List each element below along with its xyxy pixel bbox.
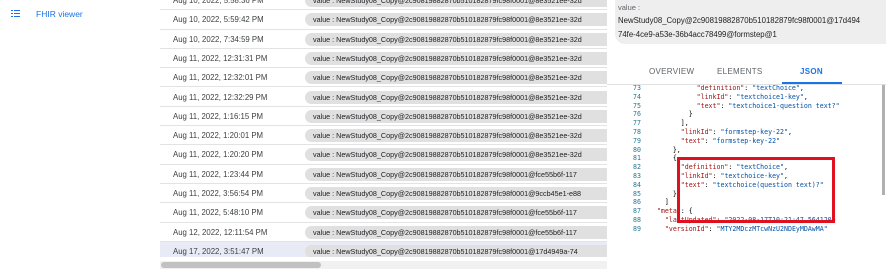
- code-line: 80 },: [619, 146, 886, 155]
- code-line: 75 "text": "textchoice1-question text?": [619, 102, 886, 111]
- line-number: 87: [633, 207, 641, 216]
- row-value-chip[interactable]: value : NewStudy08_Copy@2c90819882870b51…: [305, 90, 607, 104]
- row-value-chip[interactable]: value : NewStudy08_Copy@2c90819882870b51…: [305, 129, 607, 143]
- table-row[interactable]: Aug 11, 2022, 1:20:01 PM value : NewStudy…: [160, 126, 607, 146]
- value-text-line-2: 74fe-4ce9-a53e-36b4acc78499@formstep@1: [618, 30, 777, 39]
- row-timestamp: Aug 12, 2022, 12:11:54 PM: [173, 227, 268, 237]
- horizontal-scrollbar[interactable]: [160, 261, 607, 269]
- row-timestamp: Aug 10, 2022, 5:58:36 PM: [173, 0, 264, 5]
- row-timestamp: Aug 11, 2022, 1:23:44 PM: [173, 169, 264, 179]
- row-timestamp: Aug 10, 2022, 5:59:42 PM: [173, 15, 264, 25]
- code-text: ],: [649, 119, 689, 128]
- line-number: 88: [633, 216, 641, 224]
- code-text: "text": "formstep-key-22": [680, 136, 781, 145]
- code-text: ]: [649, 198, 669, 207]
- code-text: {: [649, 154, 677, 163]
- row-value-chip[interactable]: value : NewStudy08_Copy@2c90819882870b51…: [305, 244, 607, 257]
- row-timestamp: Aug 10, 2022, 7:34:59 PM: [173, 34, 264, 44]
- code-line: 74 "linkId": "textchoice1-key",: [619, 93, 886, 102]
- line-number: 86: [633, 198, 641, 207]
- table-row[interactable]: Aug 11, 2022, 12:31:31 PM value : NewStud…: [160, 48, 607, 69]
- tab-json[interactable]: JSON: [800, 67, 823, 76]
- value-box: value : NewStudy08_Copy@2c90819882870b51…: [615, 0, 886, 44]
- table-row[interactable]: Aug 11, 2022, 12:32:29 PM value : NewStud…: [160, 87, 607, 107]
- code-line: 89 "versionId": "MTY2MDczMTcwNzU2NDEyMDA…: [619, 225, 886, 234]
- code-line: 78 "linkId": "formstep-key-22",: [619, 128, 886, 137]
- line-number: 73: [633, 85, 641, 92]
- row-timestamp: Aug 11, 2022, 1:20:01 PM: [173, 131, 264, 141]
- line-number: 78: [633, 128, 641, 136]
- row-timestamp: Aug 11, 2022, 3:56:54 PM: [173, 189, 264, 198]
- scrollbar-thumb[interactable]: [161, 262, 321, 268]
- list-icon: [11, 10, 20, 18]
- row-timestamp: Aug 11, 2022, 12:32:01 PM: [173, 73, 268, 83]
- line-number: 81: [633, 154, 641, 163]
- row-value-chip[interactable]: value : NewStudy08_Copy@2c90819882870b51…: [305, 13, 607, 27]
- code-text: },: [649, 145, 681, 154]
- table-row[interactable]: Aug 11, 2022, 12:32:01 PM value : NewStud…: [160, 68, 607, 88]
- row-value-chip[interactable]: value : NewStudy08_Copy@2c90819882870b51…: [305, 71, 607, 85]
- row-value-chip[interactable]: value : NewStudy08_Copy@2c90819882870b51…: [305, 51, 607, 65]
- value-label: value :: [618, 3, 641, 12]
- nav-item-fhir-viewer[interactable]: FHIR viewer: [0, 6, 160, 24]
- row-value-chip[interactable]: value : NewStudy08_Copy@2c90819882870b51…: [305, 148, 607, 162]
- code-text: }: [649, 189, 677, 198]
- code-line: 73 "definition": "textChoice",: [619, 85, 886, 93]
- annotation-highlight-box: [677, 157, 835, 223]
- table-row[interactable]: Aug 11, 2022, 1:23:44 PM value : NewStudy…: [160, 164, 607, 184]
- code-text: "linkId": "textchoice1-key",: [696, 92, 808, 101]
- row-timestamp: Aug 11, 2022, 1:16:15 PM: [173, 111, 264, 121]
- table-row[interactable]: Aug 17, 2022, 3:51:47 PM value : NewStudy…: [160, 241, 607, 257]
- tab-elements[interactable]: ELEMENTS: [717, 67, 763, 76]
- value-text-line-1: NewStudy08_Copy@2c90819882870b510182879f…: [618, 16, 861, 25]
- code-text: "versionId": "MTY2MDczMTcwNzU2NDEyMDAwMA…: [664, 224, 828, 233]
- row-value-chip[interactable]: value : NewStudy08_Copy@2c90819882870b51…: [305, 187, 607, 200]
- code-text: "text": "textchoice1-question text?": [696, 101, 840, 110]
- side-nav: FHIR viewer: [0, 0, 160, 271]
- line-number: 85: [633, 189, 641, 198]
- nav-item-label: FHIR viewer: [36, 9, 83, 19]
- code-text: }: [649, 110, 693, 119]
- code-line: 76 }: [619, 110, 886, 119]
- line-number: 77: [633, 119, 641, 128]
- row-timestamp: Aug 11, 2022, 5:48:10 PM: [173, 208, 264, 218]
- row-value-chip[interactable]: value : NewStudy08_Copy@2c90819882870b51…: [305, 167, 607, 181]
- tab-overview[interactable]: OVERVIEW: [649, 67, 694, 76]
- line-number: 84: [633, 180, 641, 189]
- table-row[interactable]: Aug 11, 2022, 1:16:15 PM value : NewStudy…: [160, 106, 607, 127]
- line-number: 74: [633, 92, 641, 101]
- code-text: "linkId": "formstep-key-22",: [680, 128, 792, 136]
- row-value-chip[interactable]: value : NewStudy08_Copy@2c90819882870b51…: [305, 206, 607, 220]
- message-table: Aug 10, 2022, 5:58:36 PM value : NewStudy…: [160, 0, 607, 257]
- table-row[interactable]: Aug 11, 2022, 5:48:10 PM value : NewStudy…: [160, 203, 607, 223]
- code-text: "definition": "textChoice",: [696, 85, 804, 92]
- line-number: 89: [633, 224, 641, 233]
- row-value-chip[interactable]: value : NewStudy08_Copy@2c90819882870b51…: [305, 225, 607, 239]
- code-line: 79 "text": "formstep-key-22": [619, 137, 886, 146]
- line-number: 76: [633, 110, 641, 119]
- row-value-chip[interactable]: value : NewStudy08_Copy@2c90819882870b51…: [305, 32, 607, 46]
- line-number: 83: [633, 172, 641, 180]
- table-row[interactable]: Aug 10, 2022, 7:34:59 PM value : NewStudy…: [160, 29, 607, 49]
- line-number: 82: [633, 163, 641, 172]
- row-timestamp: Aug 11, 2022, 12:32:29 PM: [173, 92, 268, 102]
- table-row[interactable]: Aug 10, 2022, 5:58:36 PM value : NewStudy…: [160, 0, 607, 11]
- row-value-chip[interactable]: value : NewStudy08_Copy@2c90819882870b51…: [305, 0, 607, 7]
- row-timestamp: Aug 17, 2022, 3:51:47 PM: [173, 246, 264, 256]
- row-value-chip[interactable]: value : NewStudy08_Copy@2c90819882870b51…: [305, 109, 607, 123]
- row-timestamp: Aug 11, 2022, 12:31:31 PM: [173, 53, 268, 63]
- detail-panel: value : NewStudy08_Copy@2c90819882870b51…: [607, 0, 886, 271]
- line-number: 79: [633, 136, 641, 145]
- line-number: 75: [633, 101, 641, 110]
- table-row[interactable]: Aug 11, 2022, 1:20:20 PM value : NewStudy…: [160, 145, 607, 165]
- code-line: 77 ],: [619, 119, 886, 128]
- table-row[interactable]: Aug 11, 2022, 3:56:54 PM value : NewStudy…: [160, 184, 607, 204]
- table-row[interactable]: Aug 12, 2022, 12:11:54 PM value : NewStud…: [160, 222, 607, 242]
- row-timestamp: Aug 11, 2022, 1:20:20 PM: [173, 150, 264, 160]
- table-row[interactable]: Aug 10, 2022, 5:59:42 PM value : NewStudy…: [160, 10, 607, 30]
- line-number: 80: [633, 145, 641, 154]
